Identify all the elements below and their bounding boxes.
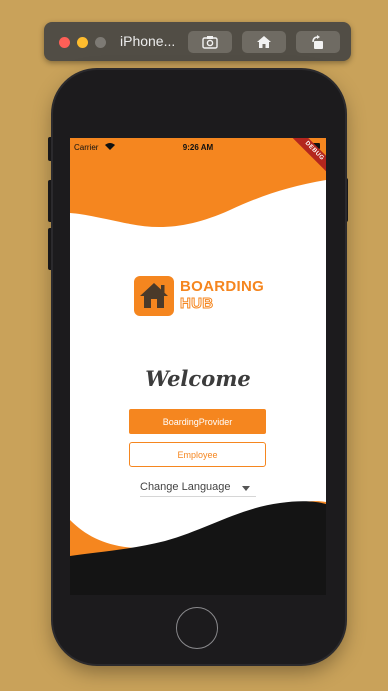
- simulator-title: iPhone...: [120, 33, 176, 49]
- logo-word-hub: HUB: [179, 295, 214, 313]
- logo-badge: [134, 276, 174, 316]
- desktop-background: iPhone... Carrier 9:26 AM DEBUG BOARDING…: [0, 0, 388, 691]
- simulator-toolbar: iPhone...: [44, 22, 351, 61]
- screenshot-button[interactable]: [188, 31, 232, 53]
- boarding-provider-button[interactable]: BoardingProvider: [129, 409, 266, 434]
- employee-button[interactable]: Employee: [129, 442, 266, 467]
- house-icon: [140, 283, 168, 308]
- phone-home-button[interactable]: [176, 607, 218, 649]
- rotate-button[interactable]: [296, 31, 340, 53]
- app-screen: Carrier 9:26 AM DEBUG BOARDING HUB Welco…: [70, 138, 326, 595]
- close-window-button[interactable]: [59, 37, 70, 48]
- minimize-window-button[interactable]: [77, 37, 88, 48]
- home-icon: [257, 36, 271, 48]
- logo-word-boarding: BOARDING: [180, 278, 265, 295]
- app-logo: BOARDING HUB: [134, 274, 274, 318]
- change-language-label: Change Language: [140, 481, 231, 493]
- simulator-home-button[interactable]: [242, 31, 286, 53]
- change-language-dropdown[interactable]: Change Language: [140, 479, 256, 497]
- status-bar: Carrier 9:26 AM: [70, 138, 326, 156]
- chevron-down-icon: [242, 486, 250, 491]
- camera-icon: [202, 36, 218, 49]
- welcome-heading: Welcome: [145, 366, 251, 391]
- zoom-window-button[interactable]: [95, 37, 106, 48]
- rotate-icon: [312, 34, 323, 49]
- status-time: 9:26 AM: [182, 143, 214, 152]
